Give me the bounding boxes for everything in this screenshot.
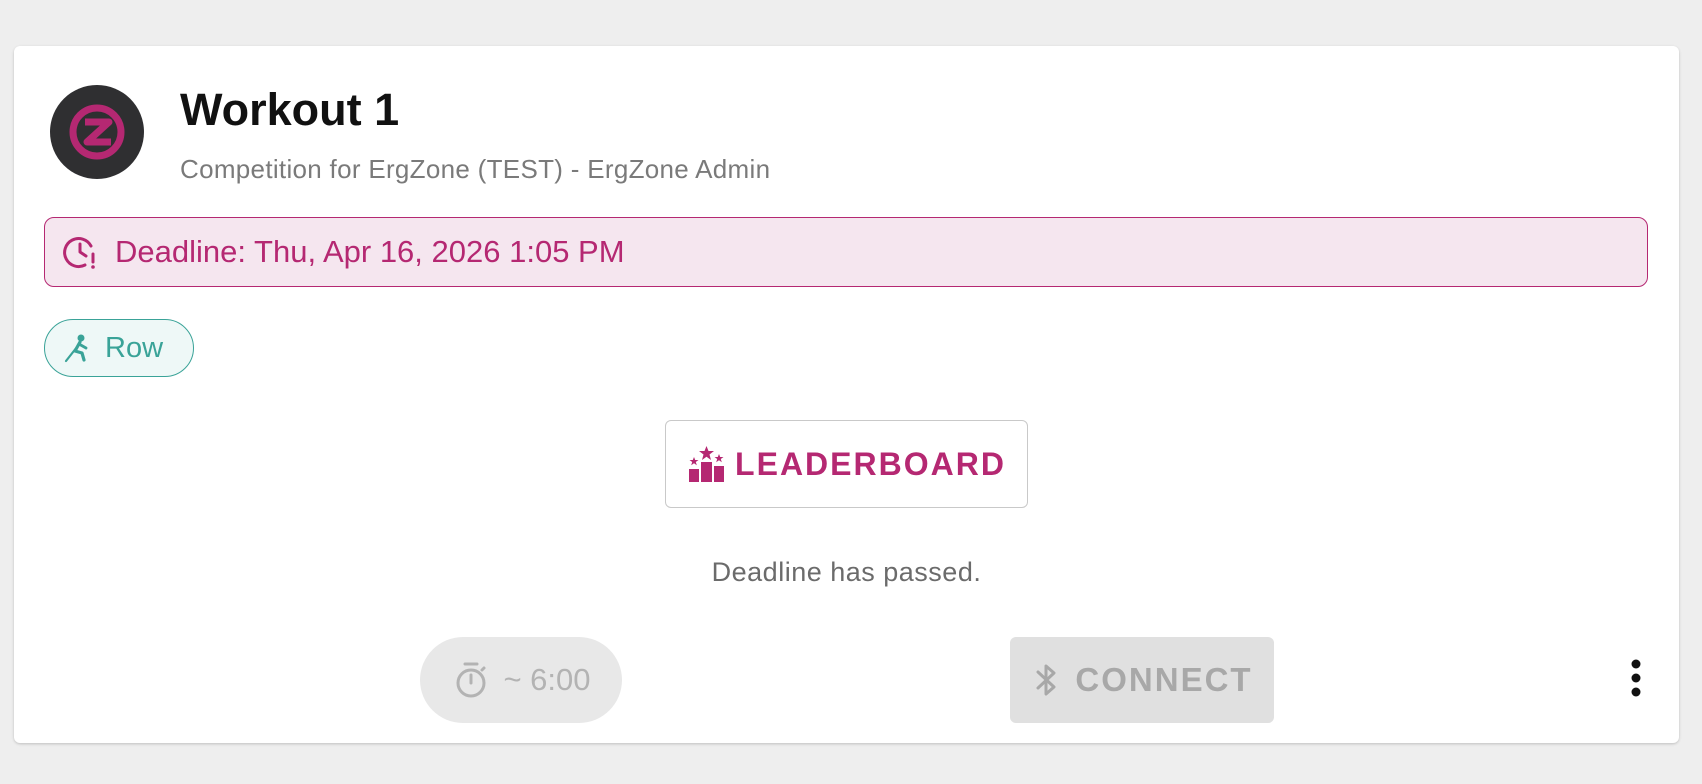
clock-alert-icon — [61, 232, 101, 272]
stopwatch-icon — [451, 660, 491, 700]
ergzone-logo-icon — [50, 85, 144, 179]
leaderboard-button[interactable]: LEADERBOARD — [665, 420, 1028, 508]
connect-button[interactable]: CONNECT — [1010, 637, 1274, 723]
more-vertical-icon — [1630, 658, 1642, 703]
deadline-status-text: Deadline has passed. — [711, 557, 982, 587]
leaderboard-label: LEADERBOARD — [735, 445, 1006, 482]
rower-icon — [63, 333, 93, 363]
bluetooth-icon — [1031, 660, 1061, 700]
connect-label: CONNECT — [1075, 661, 1253, 698]
workout-title: Workout 1 — [180, 84, 400, 135]
deadline-text: Deadline: Thu, Apr 16, 2026 1:05 PM — [115, 234, 625, 269]
deadline-banner: Deadline: Thu, Apr 16, 2026 1:05 PM — [44, 217, 1648, 287]
workout-card: Workout 1 Competition for ErgZone (TEST)… — [14, 46, 1679, 743]
duration-label: ~ 6:00 — [503, 662, 591, 697]
activity-chip-row: Row — [44, 319, 194, 377]
workout-subtitle: Competition for ErgZone (TEST) - ErgZone… — [180, 154, 771, 184]
podium-stars-icon — [687, 444, 727, 484]
more-options-button[interactable] — [1616, 656, 1656, 704]
activity-chip-label: Row — [105, 331, 164, 364]
duration-pill: ~ 6:00 — [420, 637, 622, 723]
